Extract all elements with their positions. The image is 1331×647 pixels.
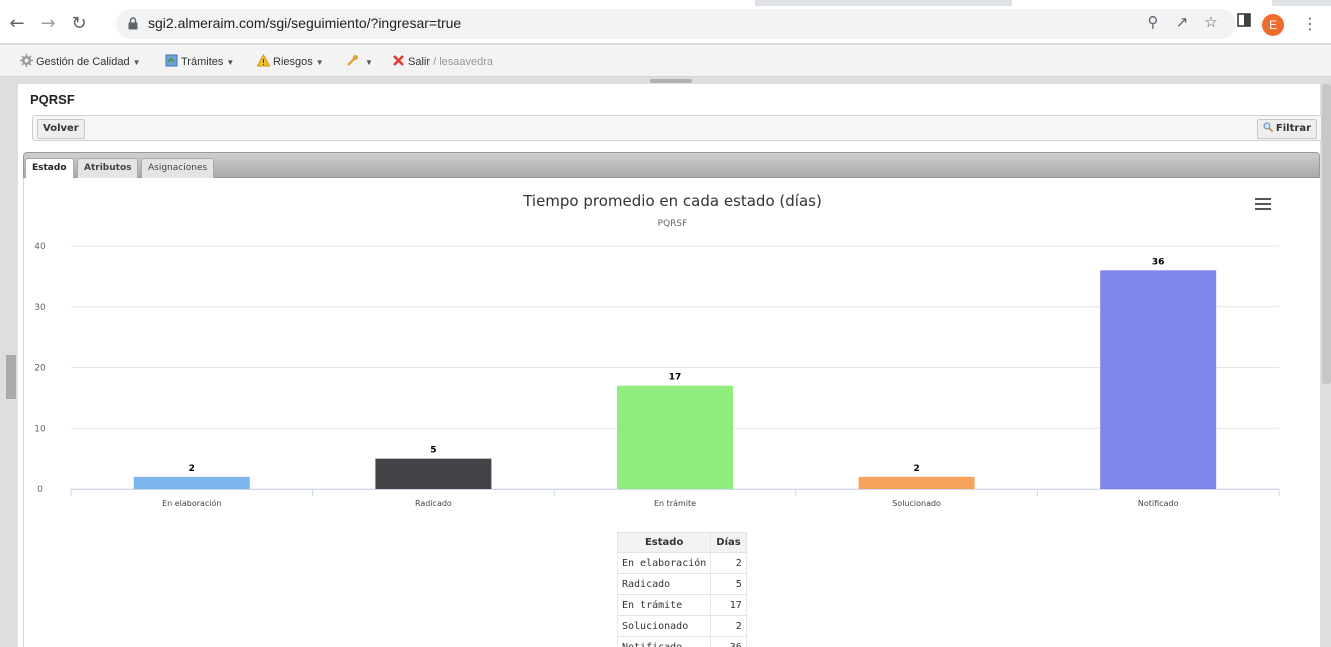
wrench-icon [347, 55, 358, 66]
forward-arrow-icon[interactable]: → [37, 13, 59, 35]
tab-asignaciones[interactable]: Asignaciones [141, 158, 215, 179]
data-label: 5 [430, 446, 436, 456]
table-cell-estado: Notificado [616, 636, 712, 647]
chart-bar [858, 476, 975, 489]
tab-atributos[interactable]: Atributos [77, 158, 139, 179]
table-row: Solucionado 2 [616, 615, 747, 637]
app-menubar: Gestión de Calidad ▼ Trámites ▼ Riesgos ▼ ▼… [0, 45, 1331, 77]
bookmark-star-icon[interactable]: ☆ [1201, 12, 1221, 32]
data-label: 2 [189, 464, 195, 474]
url-text: sgi2.almeraim.com/sgi/seguimiento/?ingre… [148, 15, 462, 31]
menu-gestion-calidad[interactable]: Gestión de Calidad ▼ [20, 54, 140, 68]
data-label: 36 [1152, 257, 1165, 267]
x-tick-label: En trámite [654, 499, 696, 508]
menu-tramites[interactable]: Trámites ▼ [165, 54, 234, 68]
y-tick-label: 10 [34, 424, 46, 434]
table-cell-estado: Solucionado [616, 615, 712, 637]
chart-bar [1100, 270, 1217, 489]
table-cell-estado: En elaboración [616, 552, 712, 574]
table-header-estado: Estado [616, 532, 712, 553]
url-bar[interactable]: sgi2.almeraim.com/sgi/seguimiento/?ingre… [116, 9, 1236, 39]
tab-content-estado: Tiempo promedio en cada estado (días) PQ… [23, 178, 1320, 647]
table-row: Notificado 36 [616, 636, 747, 647]
more-menu-icon[interactable]: ⋮ [1302, 13, 1318, 35]
side-panel-icon[interactable] [1234, 12, 1254, 32]
menu-riesgos[interactable]: Riesgos ▼ [257, 54, 324, 68]
table-cell-estado: Radicado [616, 573, 712, 595]
table-cell-dias: 5 [710, 573, 747, 595]
data-label: 17 [669, 373, 682, 383]
bar-chart: 0 10 20 30 40 2 En elaboración 5 Radicado 17 En tr… [34, 242, 1280, 508]
main-panel: PQRSF Volver Filtrar Estado Atributos As… [18, 84, 1322, 647]
resize-grip[interactable] [650, 79, 692, 83]
address-bar: ← → ↻ sgi2.almeraim.com/sgi/seguimiento/… [0, 6, 1331, 44]
y-tick-label: 0 [37, 485, 43, 495]
back-arrow-icon[interactable]: ← [6, 13, 28, 35]
chart-bar [133, 476, 250, 489]
table-row: En trámite 17 [616, 594, 747, 616]
tab-estado[interactable]: Estado [25, 158, 74, 180]
back-button[interactable]: Volver [37, 119, 85, 139]
close-icon [393, 55, 404, 66]
x-tick-label: Solucionado [892, 499, 941, 508]
chart-bar [375, 458, 492, 489]
lock-icon [128, 17, 138, 30]
menu-salir[interactable]: Salir / lesaavedra [392, 54, 493, 68]
x-tick-label: En elaboración [162, 498, 221, 508]
profile-avatar[interactable]: E [1262, 14, 1284, 36]
table-cell-dias: 2 [710, 615, 747, 637]
x-tick-label: Radicado [415, 499, 452, 508]
table-row: En elaboración 2 [616, 552, 747, 574]
data-label: 2 [913, 464, 919, 474]
table-row: Radicado 5 [616, 573, 747, 595]
y-tick-label: 40 [34, 242, 46, 252]
magnifier-icon [1263, 122, 1273, 132]
table-header-row: Estado Días [616, 532, 747, 553]
menu-herramientas[interactable]: ▼ [346, 54, 373, 68]
left-scroll-handle[interactable] [6, 355, 16, 399]
share-icon[interactable]: ↗ [1172, 12, 1192, 32]
y-tick-label: 30 [34, 303, 46, 313]
table-cell-estado: En trámite [616, 594, 712, 616]
document-icon [165, 54, 178, 67]
gear-icon [20, 54, 33, 67]
tab-bar: Estado Atributos Asignaciones [23, 152, 1320, 180]
page-title: PQRSF [30, 92, 75, 107]
reload-icon[interactable]: ↻ [68, 13, 90, 35]
warning-icon [257, 54, 270, 67]
chart-bar [617, 385, 733, 489]
table-header-dias: Días [710, 532, 747, 553]
table-cell-dias: 2 [710, 552, 747, 574]
table-cell-dias: 36 [710, 636, 747, 647]
chart-area: Tiempo promedio en cada estado (días) PQ… [24, 178, 1321, 647]
x-tick-label: Notificado [1138, 499, 1179, 508]
right-scrollbar[interactable] [1322, 84, 1331, 384]
filter-button[interactable]: Filtrar [1256, 119, 1317, 139]
table-cell-dias: 17 [710, 594, 747, 616]
zoom-icon[interactable]: ⚲ [1143, 12, 1163, 32]
toolbar: Volver Filtrar [32, 115, 1322, 141]
y-tick-label: 20 [34, 364, 46, 374]
data-table: Estado Días En elaboración 2 Radicado 5 En… [616, 532, 747, 647]
current-user: / lesaavedra [433, 56, 494, 68]
